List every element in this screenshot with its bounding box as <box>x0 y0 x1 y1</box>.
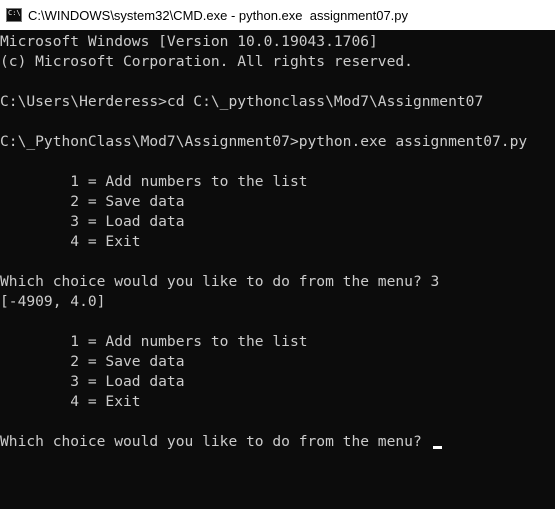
console-line: C:\Users\Herderess>cd C:\_pythonclass\Mo… <box>0 93 484 110</box>
menu-option-load: 3 = Load data <box>0 213 185 230</box>
menu-option-load: 3 = Load data <box>0 373 185 390</box>
menu-option-exit: 4 = Exit <box>0 393 141 410</box>
cmd-icon[interactable]: C:\ <box>6 8 22 22</box>
menu-option-save: 2 = Save data <box>0 353 185 370</box>
console-line: C:\_PythonClass\Mod7\Assignment07>python… <box>0 133 528 150</box>
window-title: C:\WINDOWS\system32\CMD.exe - python.exe… <box>28 7 409 23</box>
menu-option-save: 2 = Save data <box>0 193 185 210</box>
input-prompt-line[interactable]: Which choice would you like to do from t… <box>0 432 555 452</box>
console-line: (c) Microsoft Corporation. All rights re… <box>0 53 413 70</box>
cmd-window: C:\ C:\WINDOWS\system32\CMD.exe - python… <box>0 0 555 509</box>
menu-prompt: Which choice would you like to do from t… <box>0 433 431 450</box>
text-cursor[interactable] <box>432 446 442 449</box>
console-line: Microsoft Windows [Version 10.0.19043.17… <box>0 33 378 50</box>
title-bar[interactable]: C:\ C:\WINDOWS\system32\CMD.exe - python… <box>0 0 555 30</box>
menu-option-exit: 4 = Exit <box>0 233 141 250</box>
loaded-data-output: [-4909, 4.0] <box>0 293 106 310</box>
menu-option-add: 1 = Add numbers to the list <box>0 173 308 190</box>
menu-option-add: 1 = Add numbers to the list <box>0 333 308 350</box>
console-output[interactable]: Microsoft Windows [Version 10.0.19043.17… <box>0 30 555 509</box>
menu-prompt: Which choice would you like to do from t… <box>0 273 440 290</box>
